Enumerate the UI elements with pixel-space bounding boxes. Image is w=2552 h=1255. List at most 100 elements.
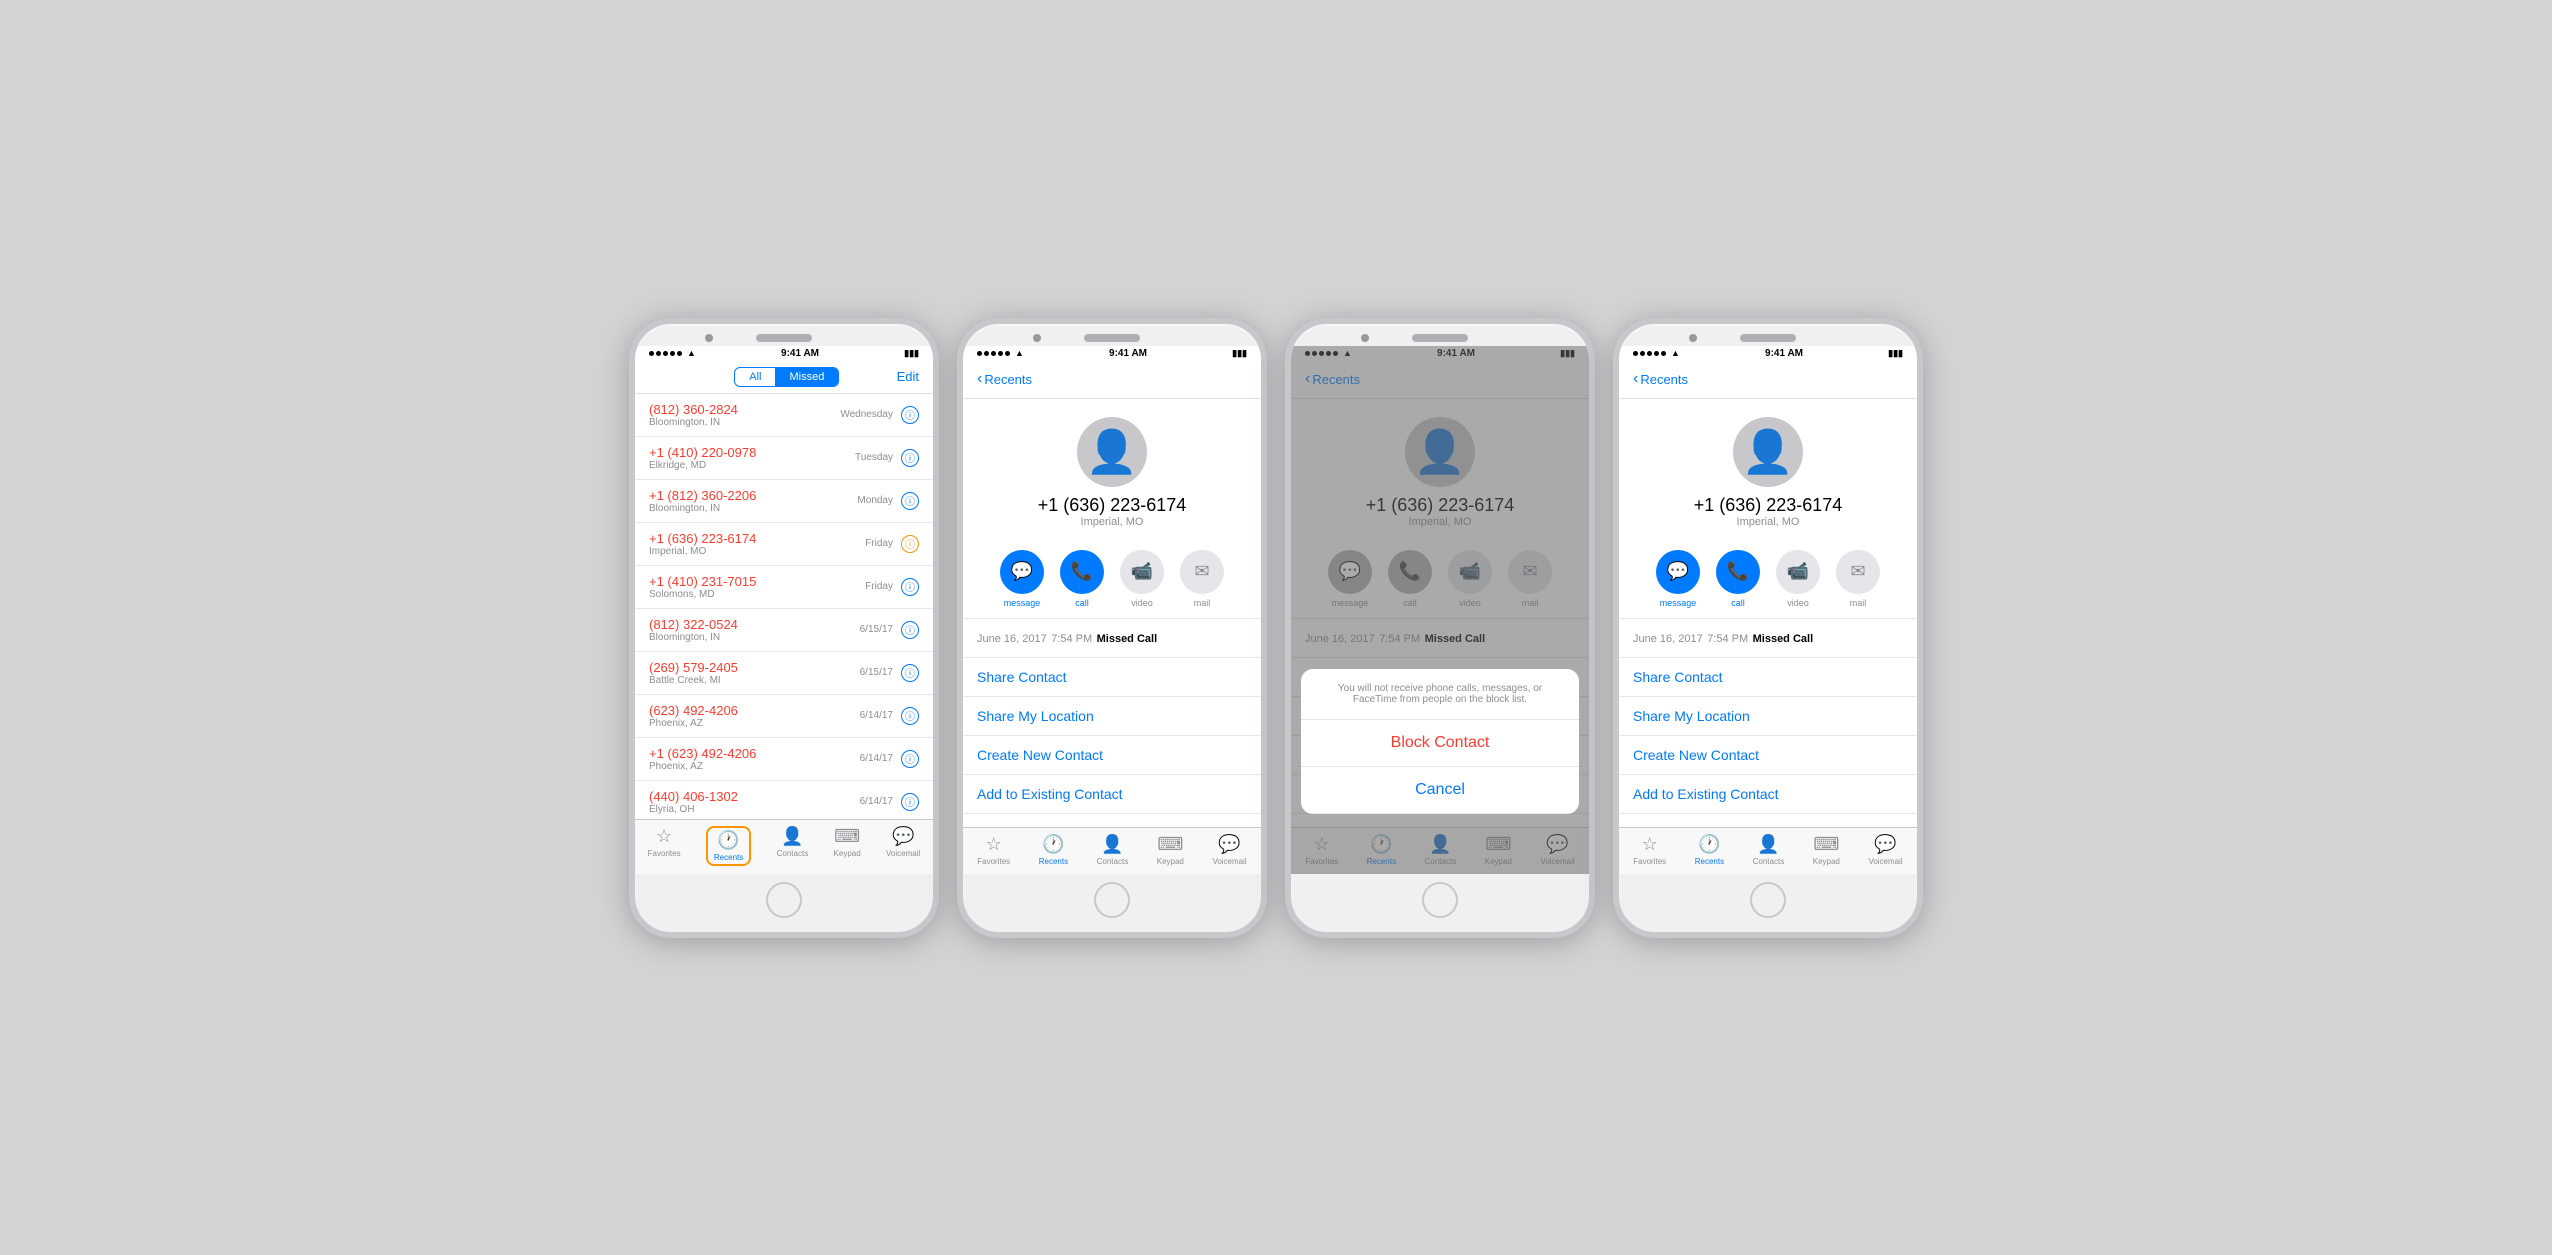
- info-btn-8[interactable]: ⓘ: [901, 750, 919, 768]
- recent-name-0: (812) 360-2824: [649, 402, 840, 417]
- create-contact-2[interactable]: Create New Contact: [963, 736, 1261, 775]
- recent-loc-0: Bloomington, IN: [649, 417, 840, 428]
- avatar-4: 👤: [1733, 417, 1803, 487]
- video-btn-4[interactable]: 📹 video: [1776, 550, 1820, 608]
- list-item[interactable]: (812) 322-0524 Bloomington, IN 6/15/17 ⓘ: [635, 609, 933, 652]
- message-circle-2: 💬: [1000, 550, 1044, 594]
- phone3-top: [1291, 324, 1589, 346]
- block-contact-btn-3[interactable]: Block Contact: [1301, 720, 1579, 767]
- list-item[interactable]: (440) 406-1302 Elyria, OH 6/14/17 ⓘ: [635, 781, 933, 819]
- recent-date-0: Wednesday: [840, 409, 893, 420]
- message-label-4: message: [1660, 598, 1697, 608]
- phone3-wrapper: ▲ 9:41 AM ▮▮▮ ‹ Recents: [1285, 318, 1595, 938]
- edit-button[interactable]: Edit: [897, 369, 919, 384]
- tab-contacts-1[interactable]: 👤 Contacts: [777, 826, 809, 866]
- info-btn-5[interactable]: ⓘ: [901, 621, 919, 639]
- tab-voicemail-2[interactable]: 💬 Voicemail: [1212, 834, 1246, 866]
- status-left-1: ▲: [649, 348, 696, 358]
- info-btn-7[interactable]: ⓘ: [901, 707, 919, 725]
- list-item[interactable]: (623) 492-4206 Phoenix, AZ 6/14/17 ⓘ: [635, 695, 933, 738]
- add-existing-2[interactable]: Add to Existing Contact: [963, 775, 1261, 814]
- video-btn-2[interactable]: 📹 video: [1120, 550, 1164, 608]
- list-item[interactable]: +1 (623) 492-4206 Phoenix, AZ 6/14/17 ⓘ: [635, 738, 933, 781]
- share-contact-2[interactable]: Share Contact: [963, 658, 1261, 697]
- seg-missed[interactable]: Missed: [775, 368, 838, 386]
- list-item[interactable]: (269) 579-2405 Battle Creek, MI 6/15/17 …: [635, 652, 933, 695]
- call-btn-4[interactable]: 📞 call: [1716, 550, 1760, 608]
- phone1-wrapper: ▲ 9:41 AM ▮▮▮ All Missed Edit: [629, 318, 939, 938]
- keypad-icon: ⌨: [834, 826, 860, 847]
- call-btn-2[interactable]: 📞 call: [1060, 550, 1104, 608]
- fav-icon-2: ☆: [986, 834, 1002, 855]
- mail-btn-4[interactable]: ✉ mail: [1836, 550, 1880, 608]
- dot3: [663, 351, 668, 356]
- contacts-label: Contacts: [777, 849, 809, 858]
- battery-icon: ▮▮▮: [904, 348, 919, 359]
- message-btn-2[interactable]: 💬 message: [1000, 550, 1044, 608]
- home-btn-area-2: [963, 874, 1261, 932]
- tab-contacts-2[interactable]: 👤 Contacts: [1097, 834, 1129, 866]
- status-time-2: 9:41 AM: [1109, 348, 1147, 359]
- tab-fav-4[interactable]: ☆ Favorites: [1633, 834, 1666, 866]
- nav-back-2[interactable]: ‹ Recents: [977, 370, 1032, 388]
- tab-recents-1[interactable]: 🕐 Recents: [706, 826, 751, 866]
- home-button-3[interactable]: [1422, 882, 1458, 918]
- home-button-2[interactable]: [1094, 882, 1130, 918]
- recents-nav: All Missed Edit: [635, 361, 933, 394]
- list-item[interactable]: +1 (812) 360-2206 Bloomington, IN Monday…: [635, 480, 933, 523]
- status-right-1: ▮▮▮: [904, 348, 919, 359]
- tab-recents-2[interactable]: 🕐 Recents: [1039, 834, 1068, 866]
- list-item[interactable]: (812) 360-2824 Bloomington, IN Wednesday…: [635, 394, 933, 437]
- phone2-wrapper: ▲ 9:41 AM ▮▮▮ ‹ Recents �: [957, 318, 1267, 938]
- info-btn-6[interactable]: ⓘ: [901, 664, 919, 682]
- share-location-4[interactable]: Share My Location: [1619, 697, 1917, 736]
- con-icon-2: 👤: [1101, 834, 1123, 855]
- tab-rec-4[interactable]: 🕐 Recents: [1695, 834, 1724, 866]
- tab-favorites-1[interactable]: ☆ Favorites: [648, 826, 681, 866]
- list-item[interactable]: +1 (636) 223-6174 Imperial, MO Friday ⓘ: [635, 523, 933, 566]
- info-btn-3-highlighted[interactable]: ⓘ: [901, 535, 919, 553]
- info-btn-0[interactable]: ⓘ: [901, 406, 919, 424]
- home-button-4[interactable]: [1750, 882, 1786, 918]
- info-btn-1[interactable]: ⓘ: [901, 449, 919, 467]
- tab-vm-4[interactable]: 💬 Voicemail: [1868, 834, 1902, 866]
- tab-con-4[interactable]: 👤 Contacts: [1753, 834, 1785, 866]
- rec-label-2: Recents: [1039, 857, 1068, 866]
- info-btn-9[interactable]: ⓘ: [901, 793, 919, 811]
- seg-all[interactable]: All: [735, 368, 775, 386]
- contacts-icon: 👤: [781, 826, 803, 847]
- dot2: [656, 351, 661, 356]
- cancel-btn-3[interactable]: Cancel: [1301, 767, 1579, 814]
- list-item[interactable]: +1 (410) 220-0978 Elkridge, MD Tuesday ⓘ: [635, 437, 933, 480]
- mail-label-2: mail: [1194, 598, 1211, 608]
- tab-favorites-2[interactable]: ☆ Favorites: [977, 834, 1010, 866]
- call-date-2: June 16, 2017: [977, 633, 1047, 645]
- mail-btn-2[interactable]: ✉ mail: [1180, 550, 1224, 608]
- contact-phone-4: +1 (636) 223-6174: [1694, 495, 1843, 516]
- create-contact-4[interactable]: Create New Contact: [1619, 736, 1917, 775]
- tab-bar-2: ☆ Favorites 🕐 Recents 👤 Contacts ⌨ Keypa…: [963, 827, 1261, 874]
- share-location-2[interactable]: Share My Location: [963, 697, 1261, 736]
- home-button-1[interactable]: [766, 882, 802, 918]
- tab-keypad-1[interactable]: ⌨ Keypad: [834, 826, 861, 866]
- list-item[interactable]: +1 (410) 231-7015 Solomons, MD Friday ⓘ: [635, 566, 933, 609]
- info-btn-4[interactable]: ⓘ: [901, 578, 919, 596]
- nav-back-4[interactable]: ‹ Recents: [1633, 370, 1688, 388]
- tab-key-4[interactable]: ⌨ Keypad: [1813, 834, 1840, 866]
- video-label-2: video: [1131, 598, 1153, 608]
- contact-header-2: 👤 +1 (636) 223-6174 Imperial, MO: [963, 399, 1261, 540]
- call-log-4: June 16, 2017 7:54 PM Missed Call: [1619, 619, 1917, 658]
- wifi-icon-4: ▲: [1671, 348, 1680, 358]
- info-btn-2[interactable]: ⓘ: [901, 492, 919, 510]
- tab-voicemail-1[interactable]: 💬 Voicemail: [886, 826, 920, 866]
- mail-label-4: mail: [1850, 598, 1867, 608]
- recents-list: (812) 360-2824 Bloomington, IN Wednesday…: [635, 394, 933, 819]
- add-existing-4[interactable]: Add to Existing Contact: [1619, 775, 1917, 814]
- share-contact-4[interactable]: Share Contact: [1619, 658, 1917, 697]
- message-btn-4[interactable]: 💬 message: [1656, 550, 1700, 608]
- mail-circle-2: ✉: [1180, 550, 1224, 594]
- voicemail-icon: 💬: [892, 826, 914, 847]
- segment-control[interactable]: All Missed: [734, 367, 839, 387]
- wifi-icon: ▲: [687, 348, 696, 358]
- tab-keypad-2[interactable]: ⌨ Keypad: [1157, 834, 1184, 866]
